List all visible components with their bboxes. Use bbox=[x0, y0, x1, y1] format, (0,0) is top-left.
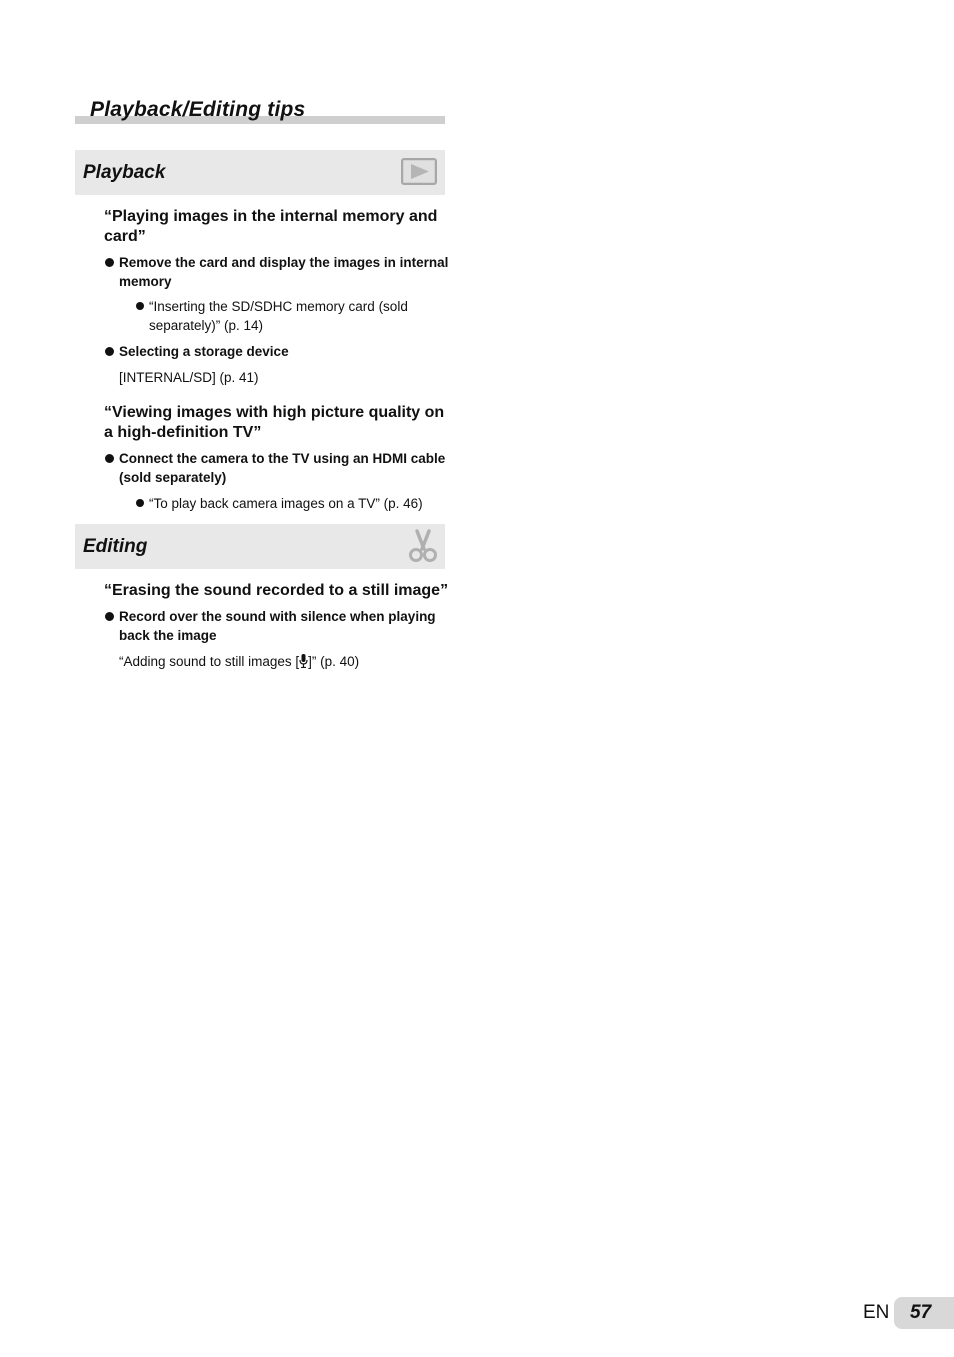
reference-note: [INTERNAL/SD] (p. 41) bbox=[119, 370, 259, 385]
scissors-icon bbox=[407, 529, 439, 568]
page-title: Playback/Editing tips bbox=[90, 98, 306, 121]
reference-note: “Adding sound to still images [ ]” (p. 40… bbox=[104, 652, 449, 673]
list-item: Connect the camera to the TV using an HD… bbox=[104, 449, 449, 487]
sub-list-item: “Inserting the SD/SDHC memory card (sold… bbox=[104, 297, 449, 335]
topic-hdtv: “Viewing images with high picture qualit… bbox=[104, 403, 449, 513]
sub-list-item: “To play back camera images on a TV” (p.… bbox=[104, 494, 449, 513]
topic-question: “Viewing images with high picture qualit… bbox=[104, 404, 445, 441]
list-item: Remove the card and display the images i… bbox=[104, 253, 449, 291]
reference-text: “Adding sound to still images [ bbox=[119, 654, 300, 669]
section-heading: Playback bbox=[83, 162, 166, 183]
section-header-playback: Playback bbox=[75, 150, 445, 195]
page-number-tab: 57 bbox=[894, 1297, 954, 1329]
section-heading: Editing bbox=[83, 536, 148, 557]
topic-question: “Erasing the sound recorded to a still i… bbox=[104, 582, 449, 599]
page-number: 57 bbox=[910, 1302, 932, 1323]
topic-question: “Playing images in the internal memory a… bbox=[104, 208, 438, 245]
section-header-editing: Editing bbox=[75, 524, 445, 569]
microphone-icon bbox=[299, 654, 308, 673]
list-item: Record over the sound with silence when … bbox=[104, 607, 449, 645]
reference-text: ]” (p. 40) bbox=[308, 654, 360, 669]
list-item: Selecting a storage device bbox=[104, 342, 449, 361]
topic-internal-memory: “Playing images in the internal memory a… bbox=[104, 207, 449, 387]
topic-erasing-sound: “Erasing the sound recorded to a still i… bbox=[104, 581, 449, 673]
playback-icon bbox=[401, 158, 437, 185]
language-label: EN bbox=[863, 1302, 890, 1323]
